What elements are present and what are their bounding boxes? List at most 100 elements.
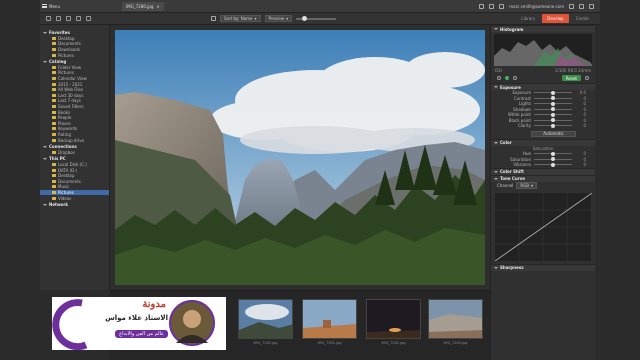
crop-icon[interactable]	[497, 76, 501, 80]
main-photo[interactable]	[115, 30, 485, 285]
zoom-slider[interactable]	[296, 15, 337, 21]
file-name: IMG_7280.jpg	[126, 3, 154, 9]
tone-curve-graph[interactable]	[494, 192, 593, 261]
filmstrip-thumb[interactable]	[302, 299, 357, 339]
cart-icon[interactable]	[489, 3, 495, 9]
slider-track[interactable]	[534, 162, 572, 167]
expand-icon[interactable]	[43, 145, 47, 148]
slider-knob[interactable]	[551, 151, 555, 156]
slider-knob[interactable]	[551, 107, 555, 112]
user-account[interactable]: marc.smith@someone.com	[509, 4, 564, 9]
tab-library[interactable]: Library	[516, 14, 540, 23]
slider-value[interactable]: 0.0	[572, 90, 586, 95]
slider-knob[interactable]	[551, 96, 555, 101]
slider-value[interactable]: 0	[572, 112, 586, 117]
slider-value[interactable]: 0	[572, 151, 586, 156]
color-shift-header[interactable]: Color Shift	[491, 167, 595, 175]
sidebar-item-label: Pictures	[58, 189, 74, 195]
color-header[interactable]: Color	[491, 138, 595, 146]
histogram-header[interactable]: Histogram	[491, 25, 595, 32]
sharpness-header[interactable]: Sharpness	[491, 263, 595, 271]
sidebar-item[interactable]: Videos	[40, 195, 109, 201]
copy-icon[interactable]	[76, 16, 81, 21]
file-tab[interactable]: IMG_7280.jpg ×	[122, 1, 164, 11]
sidebar-item[interactable]: Backup drive	[40, 137, 109, 143]
zoom-slider-knob[interactable]	[302, 15, 308, 21]
develop-panel: Histogram ISO 1/100 f/8.0 24mm Reset Expo…	[490, 25, 595, 360]
folder-icon	[52, 190, 56, 194]
bell-icon[interactable]	[499, 3, 505, 9]
share-icon[interactable]	[585, 76, 589, 80]
expand-icon[interactable]	[43, 157, 47, 160]
expand-icon[interactable]	[43, 60, 47, 63]
auto-icon[interactable]	[505, 76, 509, 80]
sidebar-item[interactable]: Network	[40, 202, 109, 208]
blog-logo: مدونة الاستاذ علاء مواس عالم من الفن وال…	[52, 297, 226, 350]
window-close-icon[interactable]	[589, 3, 594, 9]
settings-icon[interactable]	[86, 16, 91, 21]
folder-icon	[52, 185, 56, 189]
slider-value[interactable]: 0	[572, 96, 586, 101]
slider-track[interactable]	[534, 151, 572, 156]
channel-dropdown[interactable]: RGB ▾	[516, 182, 538, 189]
sidebar-item-label: Folder View	[58, 64, 82, 70]
slider-value[interactable]: 0	[572, 101, 586, 106]
slider-value[interactable]: 0	[572, 123, 586, 128]
slider-track[interactable]	[534, 118, 572, 123]
slider-knob[interactable]	[551, 112, 555, 117]
slider-track[interactable]	[534, 157, 572, 162]
grid-view-icon[interactable]	[211, 16, 216, 21]
slider-track[interactable]	[534, 96, 572, 101]
slider-knob[interactable]	[551, 90, 555, 95]
slider-track[interactable]	[534, 112, 572, 117]
folder-icon	[52, 168, 56, 172]
minimize-icon[interactable]	[569, 3, 574, 9]
tab-create[interactable]: Create	[571, 14, 594, 23]
slider-track[interactable]	[534, 123, 572, 128]
expand-icon[interactable]	[43, 203, 47, 206]
filmstrip-thumb[interactable]	[238, 299, 293, 339]
compare-icon[interactable]	[513, 76, 517, 80]
sidebar-item-label: Calendar View	[58, 76, 87, 82]
slider-knob[interactable]	[551, 118, 555, 123]
automatic-button[interactable]: Automatic	[531, 130, 576, 137]
filmstrip-thumb[interactable]	[366, 299, 421, 339]
filmstrip-thumb[interactable]	[428, 299, 483, 339]
slider-knob[interactable]	[551, 123, 555, 128]
maximize-icon[interactable]	[579, 3, 584, 9]
slider-value[interactable]: 0	[572, 157, 586, 162]
tab-develop[interactable]: Develop	[542, 14, 569, 23]
share-icon[interactable]	[479, 3, 485, 9]
sidebar-item[interactable]: Pictures	[40, 52, 109, 58]
sidebar-item-label: Keywords	[58, 126, 78, 132]
slider-track[interactable]	[534, 107, 572, 112]
slider-value[interactable]: 0	[572, 162, 586, 167]
image-viewer[interactable]	[110, 25, 490, 290]
tone-curve-header[interactable]: Tone Curve	[491, 174, 595, 182]
hist-exif: 1/100 f/8.0 24mm	[554, 68, 591, 73]
slider-value[interactable]: 0	[572, 118, 586, 123]
collapse-icon	[494, 266, 498, 269]
slider-track[interactable]	[534, 90, 572, 95]
sidebar-item-label: Catalog	[49, 59, 67, 65]
back-icon[interactable]	[46, 16, 51, 21]
menu-button[interactable]: Menu	[40, 0, 62, 13]
sidebar-item-label: Books	[58, 109, 71, 115]
slider-knob[interactable]	[551, 157, 555, 162]
slider-knob[interactable]	[551, 162, 555, 167]
exposure-header[interactable]: Exposure	[491, 83, 595, 90]
slider-value[interactable]: 0	[572, 107, 586, 112]
slider-knob[interactable]	[551, 101, 555, 106]
sidebar-item-label: DATA (D:)	[58, 167, 78, 173]
reset-button[interactable]: Reset	[561, 75, 581, 81]
folder-icon	[52, 82, 56, 86]
sort-dropdown[interactable]: Sort by: Name ▾	[220, 15, 261, 22]
close-icon[interactable]: ×	[156, 4, 159, 9]
thumb-label: IMG_7280.jpg	[253, 341, 278, 345]
sidebar-item[interactable]: Dropbox	[40, 149, 109, 155]
refresh-icon[interactable]	[66, 16, 71, 21]
folder-icon[interactable]	[56, 16, 61, 21]
expand-icon[interactable]	[43, 31, 47, 34]
slider-track[interactable]	[534, 101, 572, 106]
preview-dropdown[interactable]: Preview ▾	[264, 15, 293, 22]
